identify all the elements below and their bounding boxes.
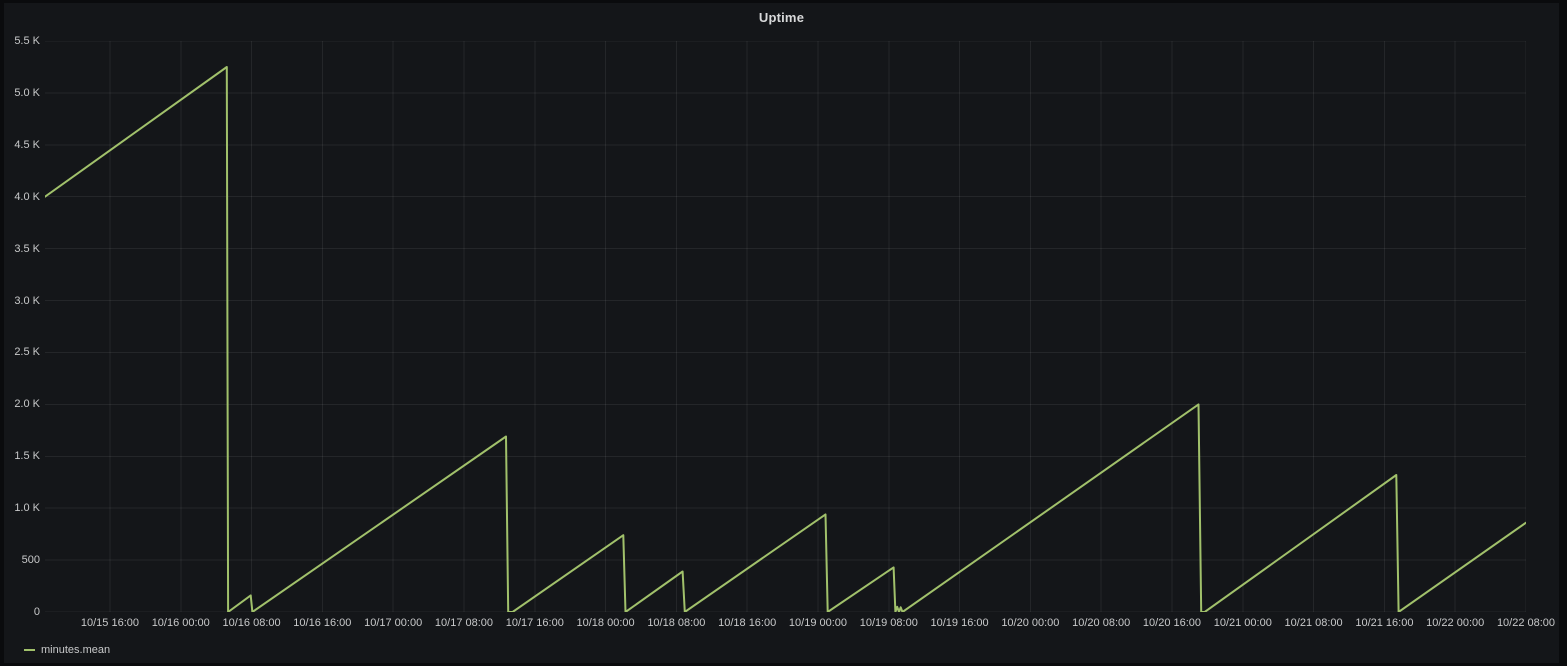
y-axis-tick-label: 4.5 K — [6, 138, 40, 152]
y-axis-tick-label: 1.0 K — [6, 501, 40, 515]
uptime-panel: Uptime minutes.mean 0 500 1.0 K 1.5 K 2.0 K 2… — [4, 3, 1559, 663]
y-axis-tick-label: 500 — [6, 553, 40, 567]
legend: minutes.mean — [24, 644, 110, 656]
y-axis-tick-label: 5.0 K — [6, 86, 40, 100]
y-axis-tick-label: 3.5 K — [6, 242, 40, 256]
panel-title[interactable]: Uptime — [4, 10, 1559, 25]
legend-series-dash-icon — [24, 649, 35, 651]
y-axis-tick-label: 4.0 K — [6, 190, 40, 204]
y-axis-tick-label: 0 — [6, 605, 40, 619]
x-axis-tick-label: 10/22 08:00 — [1481, 617, 1567, 630]
legend-series-label[interactable]: minutes.mean — [41, 644, 110, 656]
uptime-line-chart[interactable] — [45, 41, 1526, 612]
y-axis-tick-label: 5.5 K — [6, 34, 40, 48]
y-axis-tick-label: 3.0 K — [6, 294, 40, 308]
y-axis-tick-label: 1.5 K — [6, 449, 40, 463]
y-axis-tick-label: 2.5 K — [6, 345, 40, 359]
y-axis-tick-label: 2.0 K — [6, 397, 40, 411]
